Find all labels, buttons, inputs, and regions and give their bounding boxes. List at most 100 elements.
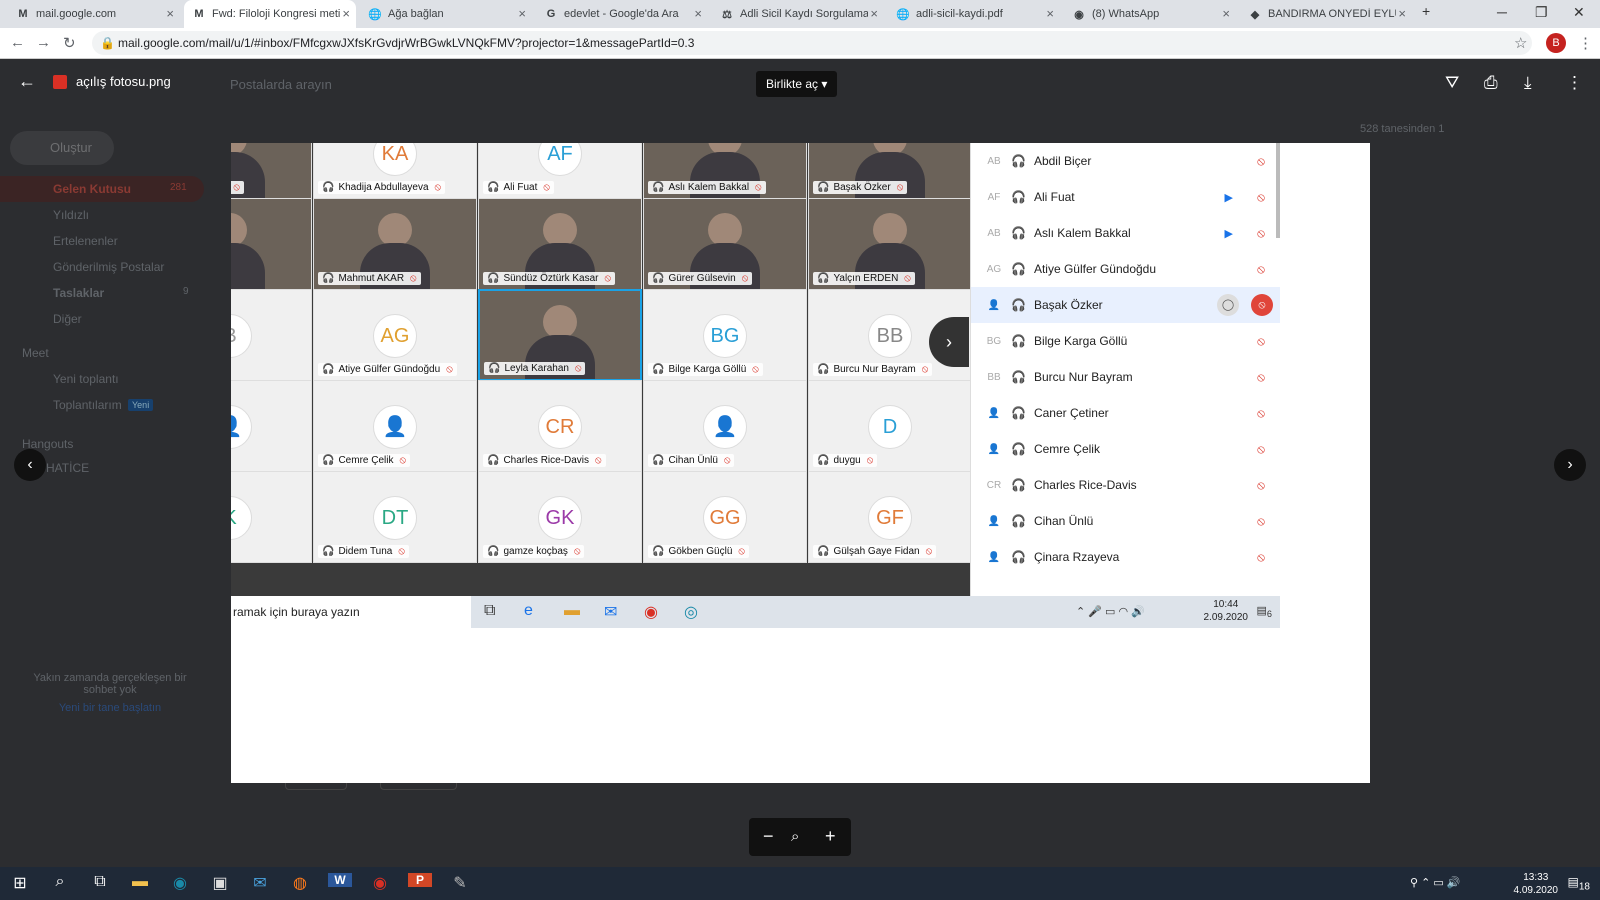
edge-icon[interactable]: ◉: [168, 873, 192, 893]
participant-initials: GG: [703, 496, 747, 540]
participant-row[interactable]: 👤 🎧 Cihan Ünlü ⦸: [971, 503, 1280, 539]
my-meetings-link[interactable]: Toplantılarım: [53, 398, 122, 412]
participant-row[interactable]: AB 🎧 Abdil Biçer ⦸: [971, 143, 1280, 179]
more-link[interactable]: Diğer: [53, 312, 82, 326]
participants-list: AB 🎧 Abdil Biçer ⦸ AF 🎧 Ali Fuat ▶ ⦸ AB 🎧 Aslı Kale…: [970, 143, 1280, 596]
zoom-out-button[interactable]: −: [763, 826, 774, 847]
muted-mic-icon: ⦸: [1257, 441, 1265, 456]
image-preview: 🎧li (Host, me)⦸KA🎧Khadija Abdullayeva⦸AF…: [231, 143, 1370, 783]
tab-close-icon[interactable]: ×: [342, 6, 350, 21]
previous-image-arrow[interactable]: ‹: [14, 449, 46, 481]
screenshot-taskbar-search: ramak için buraya yazın: [231, 596, 471, 628]
more-vert-icon[interactable]: ⋮: [1578, 34, 1593, 52]
tab-close-icon[interactable]: ×: [166, 6, 174, 21]
forward-arrow-icon[interactable]: →: [36, 34, 51, 51]
tab-close-icon[interactable]: ×: [694, 6, 702, 21]
participant-tile: 🎧Tokat⦸: [231, 198, 312, 290]
participant-row[interactable]: 👤 🎧 Çinara Rzayeva ⦸: [971, 539, 1280, 575]
participant-initials: BB: [868, 314, 912, 358]
participant-row[interactable]: 👤 🎧 Cemre Çelik ⦸: [971, 431, 1280, 467]
drafts-link[interactable]: Taslaklar: [53, 286, 104, 300]
minimize-button[interactable]: ─: [1497, 4, 1507, 20]
muted-mic-icon: ⦸: [723, 455, 731, 466]
star-icon[interactable]: ☆: [1514, 34, 1527, 52]
firefox-icon[interactable]: ◍: [288, 873, 312, 893]
tab-close-icon[interactable]: ×: [1398, 6, 1406, 21]
app-icon[interactable]: ✎: [448, 873, 472, 893]
zoom-in-button[interactable]: +: [825, 826, 836, 847]
participant-row[interactable]: AB 🎧 Aslı Kalem Bakkal ▶ ⦸: [971, 215, 1280, 251]
participant-row[interactable]: BB 🎧 Burcu Nur Bayram ⦸: [971, 359, 1280, 395]
open-with-button[interactable]: Birlikte aç ▾: [756, 71, 838, 97]
browser-tab[interactable]: ◉ (8) WhatsApp ×: [1064, 0, 1236, 28]
more-options-icon[interactable]: ⋮: [1566, 73, 1583, 93]
zoom-reset-icon[interactable]: ⌕: [791, 828, 799, 845]
participant-row[interactable]: BG 🎧 Bilge Karga Göllü ⦸: [971, 323, 1280, 359]
new-tab-button[interactable]: +: [1422, 3, 1430, 19]
chrome-icon[interactable]: ◉: [368, 873, 392, 893]
headset-icon: 🎧: [652, 273, 665, 284]
chat-bubble-icon[interactable]: ◯: [1217, 294, 1239, 316]
chat-new-link[interactable]: Yeni bir tane başlatın: [30, 702, 190, 714]
file-explorer-icon[interactable]: ▬: [128, 873, 152, 891]
store-icon[interactable]: ▣: [208, 873, 232, 893]
profile-avatar[interactable]: B: [1546, 33, 1566, 53]
tab-close-icon[interactable]: ×: [1046, 6, 1054, 21]
participant-row[interactable]: 👤 🎧 Başak Özker ◯ ⦸: [971, 287, 1280, 323]
participant-name: Çinara Rzayeva: [1033, 550, 1120, 564]
powerpoint-icon[interactable]: P: [408, 873, 432, 887]
participant-avatar: 👤: [987, 407, 1001, 419]
zoom-gallery-grid: 🎧li (Host, me)⦸KA🎧Khadija Abdullayeva⦸AF…: [231, 143, 970, 596]
headset-icon: 🎧: [817, 364, 830, 375]
participant-name: Cihan Ünlü: [1033, 514, 1094, 528]
compose-button[interactable]: Oluştur: [10, 131, 114, 165]
new-meeting-link[interactable]: Yeni toplantı: [53, 372, 119, 386]
action-center-icon[interactable]: ▤18: [1568, 875, 1590, 892]
tab-close-icon[interactable]: ×: [1222, 6, 1230, 21]
system-tray-icons[interactable]: ⚲ ⌃ ▭ 🔊: [1410, 876, 1461, 889]
windows-start-icon[interactable]: ⊞: [8, 873, 32, 893]
hangouts-user[interactable]: HATİCE: [46, 461, 89, 475]
reload-icon[interactable]: ↻: [63, 34, 76, 52]
browser-tab[interactable]: Gedevlet - Google'da Ara ×: [536, 0, 708, 28]
next-image-arrow[interactable]: ›: [1554, 449, 1586, 481]
url-input[interactable]: 🔒 mail.google.com/mail/u/1/#inbox/FMfcgx…: [92, 31, 1532, 55]
add-to-drive-icon[interactable]: ⛛: [1445, 73, 1459, 93]
sent-link[interactable]: Gönderilmiş Postalar: [53, 260, 164, 274]
muted-mic-icon[interactable]: ⦸: [1251, 294, 1273, 316]
task-view-icon[interactable]: ⧉: [88, 873, 112, 891]
tab-close-icon[interactable]: ×: [518, 6, 526, 21]
close-window-button[interactable]: ✕: [1573, 4, 1585, 21]
word-icon[interactable]: W: [328, 873, 352, 887]
print-icon[interactable]: ⎙: [1484, 73, 1498, 93]
video-camera-icon: ▶: [1224, 191, 1233, 204]
headset-icon: 🎧: [487, 182, 500, 193]
browser-tab[interactable]: 🌐 adli-sicil-kaydi.pdf ×: [888, 0, 1060, 28]
windows-clock[interactable]: 13:33 4.09.2020: [1514, 871, 1559, 897]
snoozed-link[interactable]: Ertelenenler: [53, 234, 118, 248]
participant-row[interactable]: AG 🎧 Atiye Gülfer Gündoğdu ⦸: [971, 251, 1280, 287]
close-viewer-arrow-icon[interactable]: ←: [18, 71, 36, 92]
search-icon[interactable]: ⌕: [48, 873, 72, 891]
starred-link[interactable]: Yıldızlı: [53, 208, 89, 222]
participant-name-tag: 🎧 Yalçın ERDEN ⦸: [813, 272, 915, 285]
participant-tile: CR 🎧 Charles Rice-Davis ⦸: [478, 380, 642, 472]
browser-tab[interactable]: ⚖ Adli Sicil Kaydı Sorgulama ×: [712, 0, 884, 28]
browser-tab[interactable]: M Fwd: Filoloji Kongresi metin ×: [184, 0, 356, 28]
participant-row[interactable]: AF 🎧 Ali Fuat ▶ ⦸: [971, 179, 1280, 215]
inbox-link[interactable]: Gelen Kutusu: [53, 182, 131, 196]
headset-icon: 🎧: [1011, 334, 1026, 348]
video-person-head: [873, 213, 907, 247]
browser-tab[interactable]: 🌐 Ağa bağlan ×: [360, 0, 532, 28]
participant-row[interactable]: 👤 🎧 Caner Çetiner ⦸: [971, 395, 1280, 431]
maximize-button[interactable]: ❐: [1535, 4, 1548, 21]
browser-tab[interactable]: ◆ BANDIRMA ONYEDİ EYLÜL ×: [1240, 0, 1412, 28]
message-counter: 528 tanesinden 1: [1360, 123, 1445, 135]
browser-tab[interactable]: Mmail.google.com ×: [8, 0, 180, 28]
muted-mic-icon: ⦸: [925, 546, 933, 557]
participant-row[interactable]: CR 🎧 Charles Rice-Davis ⦸: [971, 467, 1280, 503]
mail-icon[interactable]: ✉: [248, 873, 272, 893]
back-arrow-icon[interactable]: ←: [10, 34, 25, 51]
download-icon[interactable]: ⤓: [1524, 73, 1532, 93]
tab-close-icon[interactable]: ×: [870, 6, 878, 21]
